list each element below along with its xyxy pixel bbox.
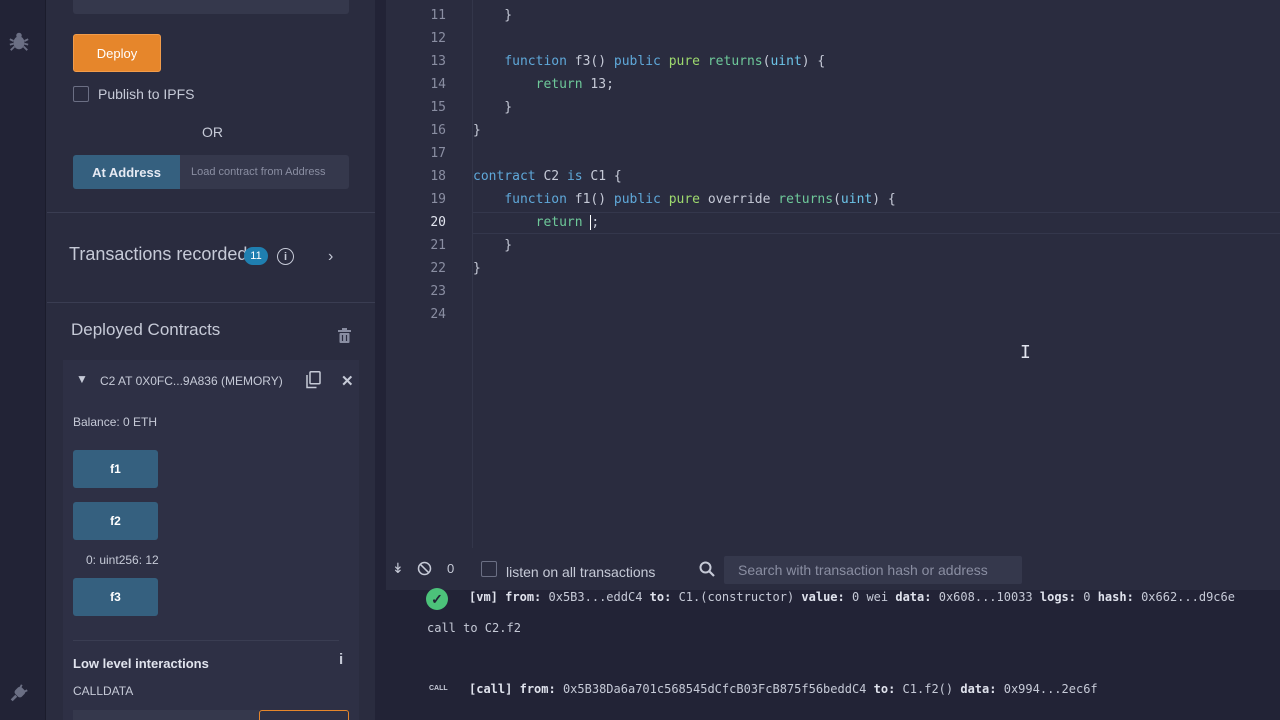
terminal-panel: ↡ 0 listen on all transactions Search wi…: [386, 548, 1280, 720]
code-line: }: [473, 100, 513, 115]
transact-button[interactable]: [259, 710, 349, 720]
f2-result: 0: uint256: 12: [86, 553, 159, 567]
terminal-toolbar: ↡ 0 listen on all transactions Search wi…: [386, 548, 1280, 590]
line-number: 12: [430, 31, 446, 46]
line-number-active: 20: [430, 215, 446, 230]
instance-balance: Balance: 0 ETH: [73, 415, 158, 429]
at-address-input[interactable]: Load contract from Address: [180, 155, 349, 189]
code-line: function f3() public pure returns(uint) …: [504, 54, 826, 69]
search-icon: [699, 561, 715, 577]
line-number: 22: [430, 261, 446, 276]
line-number: 11: [430, 8, 446, 23]
double-chevron-down-icon[interactable]: ↡: [392, 560, 404, 577]
low-level-divider: [73, 640, 339, 641]
log-entry-vm[interactable]: [vm] from: 0x5B3...eddC4 to: C1.(constru…: [469, 590, 1235, 604]
check-circle-icon: ✓: [426, 588, 448, 610]
panel-splitter[interactable]: [375, 0, 386, 720]
ban-icon[interactable]: [417, 561, 432, 576]
info-icon[interactable]: i: [277, 248, 294, 265]
publish-ipfs-checkbox[interactable]: [73, 86, 89, 102]
chevron-right-icon[interactable]: ›: [328, 248, 333, 266]
line-number: 18: [430, 169, 446, 184]
pending-count: 0: [447, 561, 455, 576]
transactions-recorded-label: Transactions recorded: [69, 244, 248, 264]
at-address-button[interactable]: At Address: [73, 155, 180, 189]
listen-checkbox[interactable]: [481, 561, 497, 577]
text-cursor-icon: I: [1020, 342, 1031, 363]
icon-sidebar: [0, 0, 46, 720]
line-number: 19: [430, 192, 446, 207]
low-level-interactions-label: Low level interactions: [73, 656, 209, 671]
line-number: 16: [430, 123, 446, 138]
line-number: 21: [430, 238, 446, 253]
deployed-instance-card: ▼ C2 AT 0X0FC...9A836 (MEMORY) ✕ Balance…: [63, 360, 359, 720]
deploy-button[interactable]: Deploy: [73, 34, 161, 72]
remix-ide: Deploy Publish to IPFS OR At Address Loa…: [0, 0, 1280, 720]
publish-ipfs-label: Publish to IPFS: [98, 86, 195, 102]
section-divider: [47, 302, 375, 303]
low-level-info-icon[interactable]: i: [339, 651, 343, 668]
value-input[interactable]: [73, 0, 349, 14]
line-number: 24: [430, 307, 446, 322]
transaction-search-input[interactable]: Search with transaction hash or address: [724, 556, 1022, 584]
function-f2-button[interactable]: f2: [73, 502, 158, 540]
code-editor[interactable]: 11 12 13 14 15 16 17 18 19 20 21 22 23 2…: [386, 0, 1280, 548]
deployed-contracts-label: Deployed Contracts: [71, 320, 221, 339]
code-line: contract C2 is C1 {: [473, 169, 622, 184]
line-number: 23: [430, 284, 446, 299]
close-icon[interactable]: ✕: [341, 372, 354, 390]
code-line: }: [473, 8, 513, 23]
code-line-active[interactable]: return ;: [473, 215, 599, 230]
line-number: 15: [430, 100, 446, 115]
instance-title[interactable]: C2 AT 0X0FC...9A836 (MEMORY): [100, 374, 283, 388]
code-line: }: [473, 261, 481, 276]
code-line: }: [473, 238, 513, 253]
calldata-label: CALLDATA: [73, 684, 134, 698]
log-entry-text: call to C2.f2: [427, 621, 521, 635]
or-label: OR: [202, 124, 223, 140]
trash-icon[interactable]: [338, 328, 351, 343]
code-line: return 13;: [535, 77, 614, 92]
copy-icon[interactable]: [306, 371, 321, 389]
line-number: 14: [430, 77, 446, 92]
code-line: function f1() public pure override retur…: [504, 192, 896, 207]
line-number: 17: [430, 146, 446, 161]
chevron-down-icon[interactable]: ▼: [76, 372, 88, 386]
call-badge: CALL: [429, 685, 448, 692]
function-f3-button[interactable]: f3: [73, 578, 158, 616]
plug-icon[interactable]: [8, 682, 30, 704]
line-number: 13: [430, 54, 446, 69]
listen-label: listen on all transactions: [506, 564, 656, 580]
transactions-count-badge: 11: [244, 247, 268, 265]
code-line: }: [473, 123, 481, 138]
line-gutter: 11 12 13 14 15 16 17 18 19 20 21 22 23 2…: [386, 0, 473, 548]
bug-icon[interactable]: [8, 30, 30, 52]
section-divider: [47, 212, 375, 213]
log-entry-call[interactable]: [call] from: 0x5B38Da6a701c568545dCfcB03…: [469, 682, 1098, 696]
run-deploy-panel: Deploy Publish to IPFS OR At Address Loa…: [47, 0, 375, 720]
calldata-input[interactable]: [73, 710, 259, 720]
function-f1-button[interactable]: f1: [73, 450, 158, 488]
